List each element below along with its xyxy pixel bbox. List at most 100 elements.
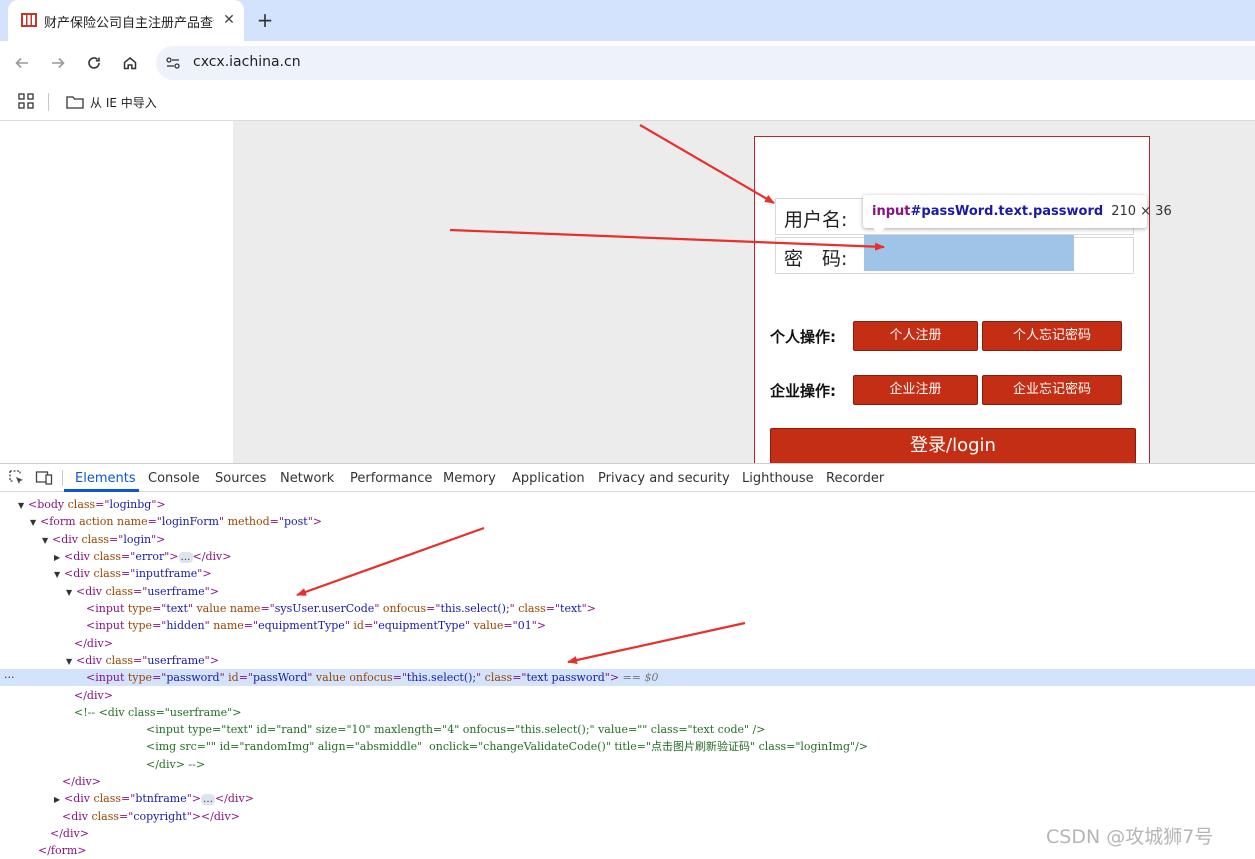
dom-attr-value: equipmentType <box>378 619 465 632</box>
device-toolbar-icon[interactable] <box>35 469 53 487</box>
dom-tag: <div <box>76 585 102 598</box>
dom-node[interactable]: ▶ <div class="btnframe">… </div> <box>0 790 1255 807</box>
dom-attr-value: equipmentType <box>258 619 345 632</box>
dom-attr-value: text <box>560 602 582 615</box>
username-label: 用户名: <box>784 209 848 231</box>
company-forgot-password-button[interactable]: 企业忘记密码 <box>982 375 1122 405</box>
node-more-actions-icon[interactable]: ··· <box>4 671 15 684</box>
dom-attr-name: value <box>196 602 227 615</box>
folder-icon <box>66 96 84 109</box>
dom-node[interactable]: </div> <box>0 773 1255 790</box>
dom-node[interactable]: </div> <box>0 635 1255 652</box>
dom-punct: > <box>191 810 201 823</box>
dom-attr-value: error <box>135 550 165 563</box>
password-field[interactable]: 密 码: <box>775 235 1134 274</box>
dom-node[interactable]: ▼ <div class="userframe"> <box>0 583 1255 600</box>
forward-icon[interactable] <box>46 51 70 75</box>
dom-node[interactable]: ▼ <form action name="loginForm" method="p… <box>0 513 1255 530</box>
dom-node[interactable]: <input type="text" value name="sysUser.u… <box>0 600 1255 617</box>
tab-lighthouse[interactable]: Lighthouse <box>742 471 814 486</box>
dom-node[interactable]: </div> <box>0 687 1255 704</box>
dom-punct: =" <box>95 498 110 511</box>
dom-attr-value: userframe <box>147 585 205 598</box>
dom-punct: =" <box>121 567 136 580</box>
apps-grid-icon[interactable] <box>18 93 34 109</box>
dom-node[interactable]: ▼ <div class="userframe"> <box>0 652 1255 669</box>
dom-closing-tag: </div> <box>74 637 113 650</box>
dom-punct: =" <box>503 619 518 632</box>
dom-punct: > <box>609 671 620 684</box>
tooltip-pointer <box>872 227 886 234</box>
tab-sources[interactable]: Sources <box>215 471 266 486</box>
dom-closing-tag: </div> <box>214 792 254 805</box>
dom-comment[interactable]: </div> --> <box>0 756 1255 773</box>
dom-node[interactable]: ▼ <body class="loginbg"> <box>0 496 1255 513</box>
dom-tag: <body <box>28 498 65 511</box>
company-register-button[interactable]: 企业注册 <box>853 375 978 405</box>
tab-recorder[interactable]: Recorder <box>826 471 884 486</box>
tab-performance[interactable]: Performance <box>350 471 432 486</box>
personal-register-button[interactable]: 个人注册 <box>853 321 978 351</box>
browser-tab[interactable]: 财产保险公司自主注册产品查询 ✕ <box>8 0 244 41</box>
dom-node[interactable]: ▼ <div class="login"> <box>0 531 1255 548</box>
dom-node[interactable]: <input type="hidden" name="equipmentType… <box>0 617 1255 634</box>
dom-attr-value: 01 <box>517 619 532 632</box>
personal-forgot-password-button[interactable]: 个人忘记密码 <box>982 321 1122 351</box>
bookmark-import-ie[interactable]: 从 IE 中导入 <box>66 92 157 112</box>
expand-down-icon: ▼ <box>18 501 25 510</box>
dom-punct: > <box>209 585 219 598</box>
back-icon[interactable] <box>10 51 34 75</box>
dom-punct: =" <box>243 619 259 632</box>
dom-attr-name: type <box>127 671 153 684</box>
devtools-tabbar: Elements Console Sources Network Perform… <box>0 464 1255 492</box>
dom-node[interactable]: ▼ <div class="inputframe"> <box>0 565 1255 582</box>
home-icon[interactable] <box>118 51 142 75</box>
dom-attr-value: text password <box>526 671 605 684</box>
collapsed-children-icon[interactable]: … <box>200 794 215 805</box>
dom-punct: =" <box>363 619 379 632</box>
dom-attr-value: sysUser.userCode <box>274 602 375 615</box>
dom-comment[interactable]: <input type="text" id="rand" size="10" m… <box>0 721 1255 738</box>
dom-attr-name: class <box>93 567 122 580</box>
tooltip-tag: input <box>872 204 911 219</box>
dom-attr-name: class <box>105 585 134 598</box>
dom-punct: > <box>156 498 166 511</box>
address-bar[interactable]: cxcx.iachina.cn <box>156 46 1255 80</box>
selected-node-marker: == $0 <box>619 671 659 684</box>
dom-tag: <form <box>40 515 76 528</box>
expand-down-icon: ▼ <box>54 570 61 579</box>
tab-elements[interactable]: Elements <box>75 471 136 486</box>
dom-node-selected[interactable]: <input type="password" id="passWord" val… <box>0 669 1255 686</box>
tab-privacy-security[interactable]: Privacy and security <box>598 471 730 486</box>
dom-comment[interactable]: <!-- <div class="userframe"> <box>0 704 1255 721</box>
dom-punct: =" <box>152 619 167 632</box>
site-settings-icon[interactable] <box>164 54 182 72</box>
tab-memory[interactable]: Memory <box>443 471 496 486</box>
password-input-highlight[interactable] <box>864 235 1074 271</box>
dom-node[interactable]: ▶ <div class="error">… </div> <box>0 548 1255 565</box>
expand-right-icon: ▶ <box>54 795 61 804</box>
new-tab-button[interactable]: + <box>254 9 276 31</box>
dom-attr-name: class <box>91 810 120 823</box>
personal-ops-label: 个人操作: <box>770 328 836 346</box>
dom-comment[interactable]: <img src="" id="randomImg" align="absmid… <box>0 738 1255 755</box>
dom-comment-text: <!-- <div class="userframe"> <box>74 706 242 719</box>
tab-application[interactable]: Application <box>512 471 585 486</box>
url-text[interactable]: cxcx.iachina.cn <box>193 54 301 70</box>
dom-attr-name: onfocus <box>349 671 393 684</box>
dom-attr-value: passWord <box>252 671 308 684</box>
reload-icon[interactable] <box>82 51 106 75</box>
page-viewport: 用户名: 密 码: 个人操作: 个人注册 个人忘记密码 企业操作: 企业注册 企… <box>0 121 1255 463</box>
tab-console[interactable]: Console <box>148 471 200 486</box>
tab-network[interactable]: Network <box>280 471 334 486</box>
inspect-element-icon[interactable] <box>8 469 26 487</box>
expand-down-icon: ▼ <box>66 588 73 597</box>
dom-attr-value: post <box>283 515 308 528</box>
dom-tag: <div <box>76 654 102 667</box>
dom-attr-name: class <box>93 792 122 805</box>
login-button[interactable]: 登录/login <box>770 428 1136 463</box>
collapsed-children-icon[interactable]: … <box>178 552 193 563</box>
close-tab-icon[interactable]: ✕ <box>220 11 238 29</box>
dom-attr-name: name <box>213 619 244 632</box>
login-panel: 用户名: 密 码: 个人操作: 个人注册 个人忘记密码 企业操作: 企业注册 企… <box>754 136 1150 463</box>
